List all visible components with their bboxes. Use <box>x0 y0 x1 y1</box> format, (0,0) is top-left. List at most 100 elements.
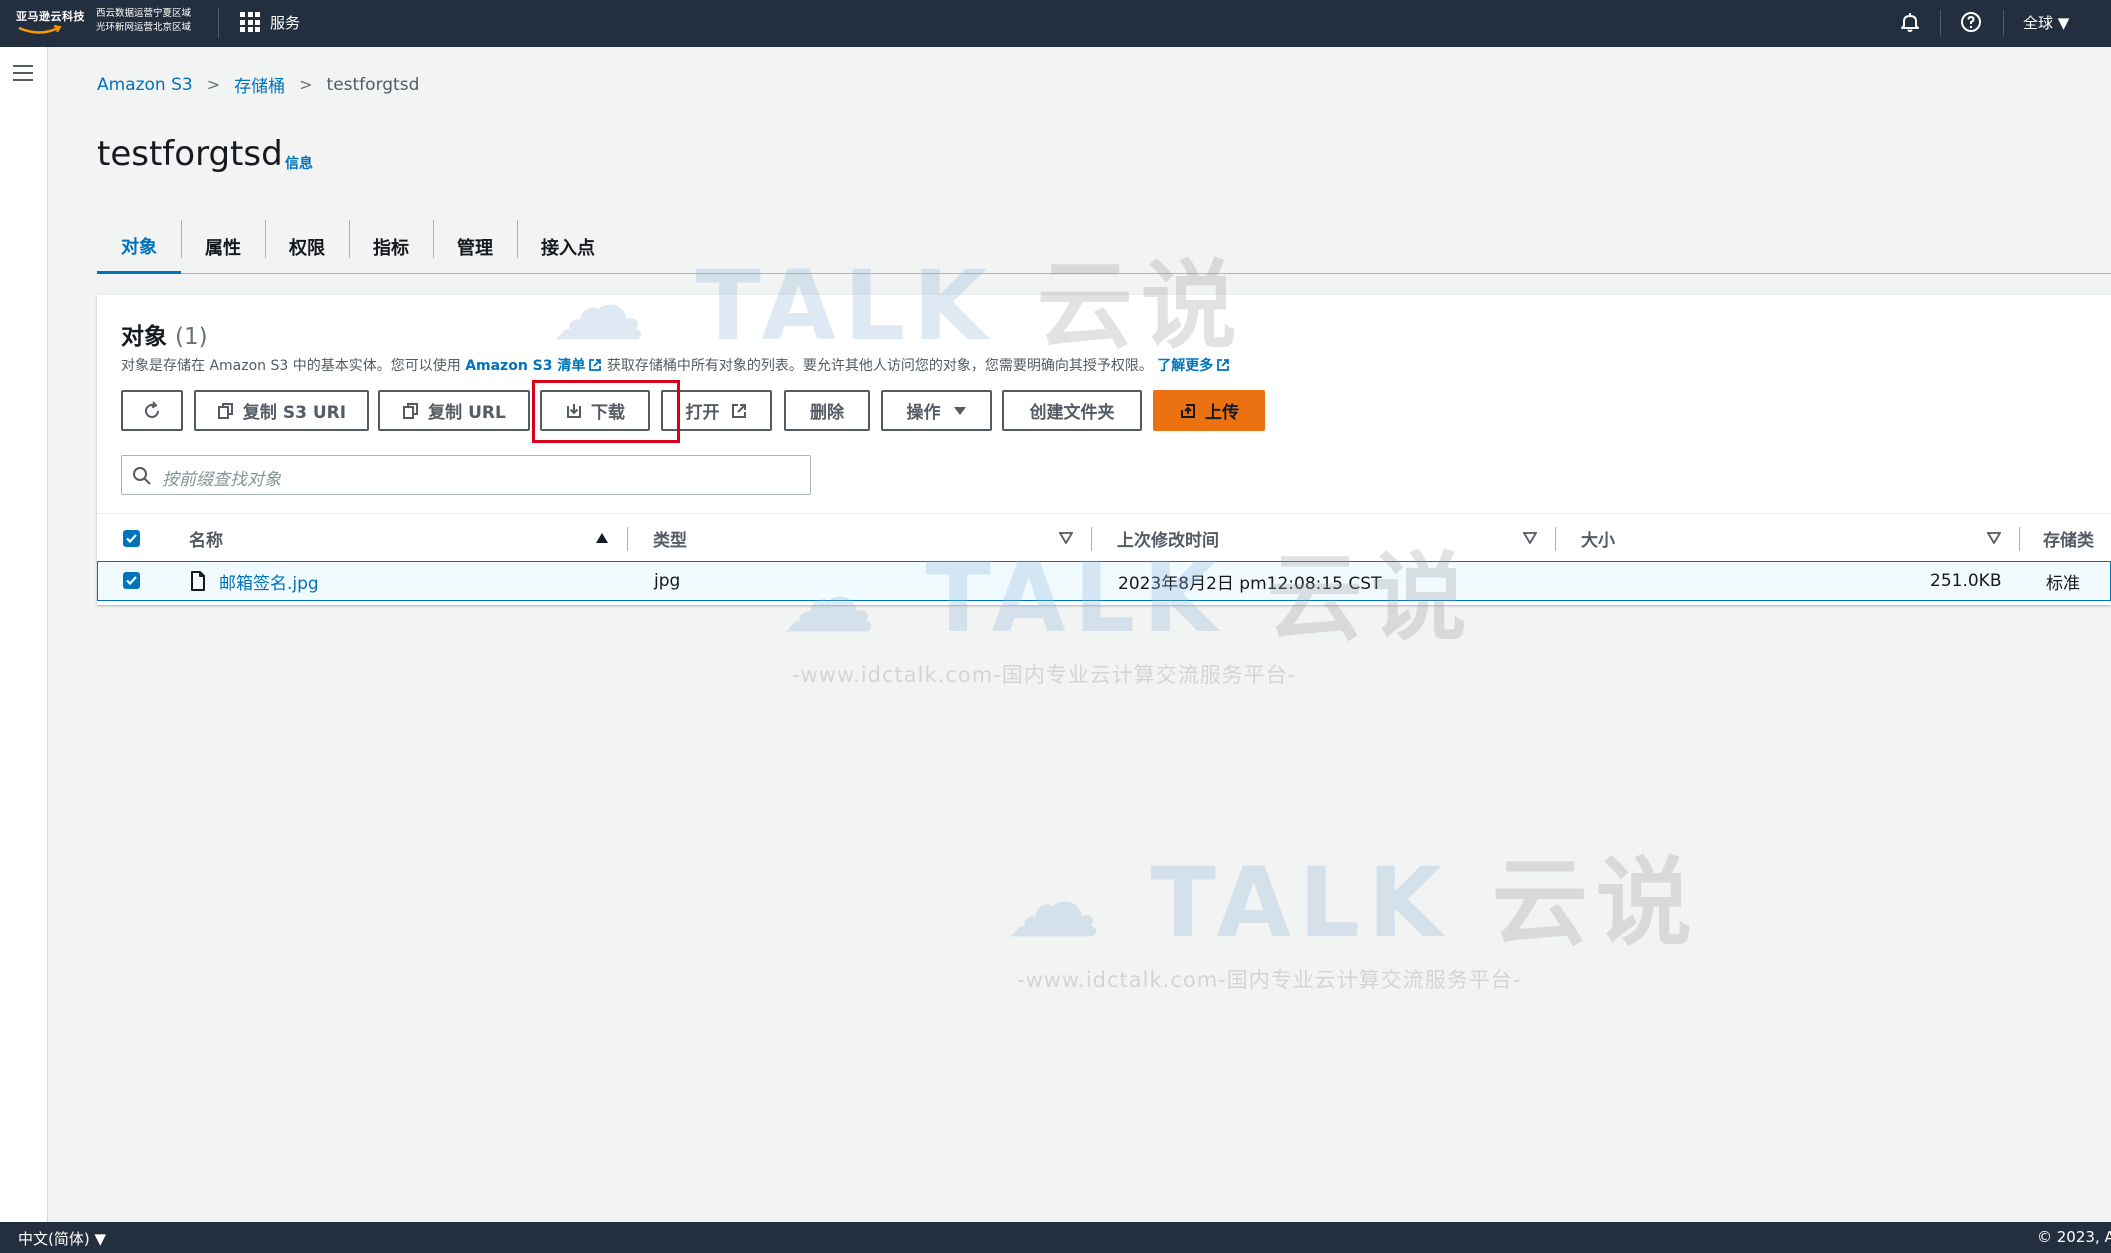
select-all-checkbox[interactable] <box>123 530 140 547</box>
create-folder-button[interactable]: 创建文件夹 <box>1002 390 1142 431</box>
s3-inventory-link[interactable]: Amazon S3 清单 <box>465 358 602 374</box>
external-link-icon <box>589 359 602 371</box>
s3-inventory-link-label: Amazon S3 清单 <box>465 358 586 374</box>
page-title: testforgtsd <box>97 134 283 174</box>
delete-label: 删除 <box>810 403 844 423</box>
objects-heading: 对象 (1) <box>121 317 208 351</box>
file-icon <box>191 571 205 591</box>
sort-ascending-icon[interactable] <box>595 532 609 544</box>
upload-label: 上传 <box>1205 403 1239 423</box>
tab-permissions[interactable]: 权限 <box>265 220 349 274</box>
objects-description: 对象是存储在 Amazon S3 中的基本实体。您可以使用 Amazon S3 … <box>121 355 1230 375</box>
aws-logo[interactable]: 亚马逊云科技 <box>16 8 88 36</box>
search-icon <box>133 467 151 485</box>
column-separator <box>627 527 628 551</box>
objects-count: (1) <box>175 324 208 350</box>
column-separator <box>1555 527 1556 551</box>
actions-dropdown[interactable]: 操作 <box>881 390 992 431</box>
breadcrumb-separator-icon: > <box>206 75 221 94</box>
delete-button[interactable]: 删除 <box>784 390 870 431</box>
smile-icon <box>18 25 62 34</box>
breadcrumb-current: testforgtsd <box>326 74 420 95</box>
check-icon <box>126 534 137 544</box>
copy-s3-uri-label: 复制 S3 URI <box>242 403 347 423</box>
object-type: jpg <box>654 571 681 591</box>
breadcrumb-buckets[interactable]: 存储桶 <box>234 72 285 97</box>
column-name[interactable]: 名称 <box>189 514 223 562</box>
refresh-icon <box>145 400 159 418</box>
copy-url-label: 复制 URL <box>428 403 506 423</box>
breadcrumb-separator-icon: > <box>299 75 313 94</box>
footer: 中文(简体) ▼ © 2023, Ar <box>0 1222 2111 1253</box>
column-type[interactable]: 类型 <box>653 514 687 562</box>
desc-text-2: 获取存储桶中所有对象的列表。要允许其他人访问您的对象，您需要明确向其授予权限。 <box>606 358 1153 374</box>
caret-down-icon <box>953 406 966 415</box>
row-checkbox[interactable] <box>123 572 140 589</box>
tab-metrics[interactable]: 指标 <box>349 220 433 274</box>
download-highlight-box <box>532 380 680 443</box>
tab-access-points[interactable]: 接入点 <box>517 220 619 274</box>
breadcrumb-amazon-s3[interactable]: Amazon S3 <box>97 75 193 95</box>
objects-panel: 对象 (1) 对象是存储在 Amazon S3 中的基本实体。您可以使用 Ama… <box>97 295 2111 605</box>
objects-heading-text: 对象 <box>121 324 167 350</box>
info-link[interactable]: 信息 <box>285 153 313 173</box>
upload-button[interactable]: 上传 <box>1153 390 1265 431</box>
object-last-modified: 2023年8月2日 pm12:08:15 CST <box>1118 573 1382 594</box>
tab-properties[interactable]: 属性 <box>181 220 265 274</box>
copy-s3-uri-button[interactable]: 复制 S3 URI <box>194 390 369 431</box>
notification-bell-icon[interactable] <box>1898 10 1922 34</box>
help-icon[interactable] <box>1959 10 1983 34</box>
region-note-line2: 光环新网运营北京区域 <box>96 22 192 33</box>
watermark-url: -www.idctalk.com-国内专业云计算交流服务平台- <box>1017 968 1522 992</box>
watermark-brand-cn: 云说 <box>1491 847 1700 959</box>
nav-divider <box>1940 10 1941 36</box>
menu-icon[interactable] <box>13 65 33 81</box>
column-size[interactable]: 大小 <box>1581 514 1615 562</box>
region-selector[interactable]: 全球 ▼ <box>2023 12 2069 33</box>
desc-text-1: 对象是存储在 Amazon S3 中的基本实体。您可以使用 <box>121 358 466 374</box>
copyright: © 2023, Ar <box>2037 1228 2111 1246</box>
search-placeholder: 按前缀查找对象 <box>162 470 281 490</box>
create-folder-label: 创建文件夹 <box>1029 403 1115 423</box>
top-navigation: 亚马逊云科技 西云数据运营宁夏区域 光环新网运营北京区域 服务 全球 ▼ <box>0 0 2111 47</box>
services-grid-icon[interactable] <box>240 12 260 32</box>
check-icon <box>126 576 137 586</box>
column-last-modified[interactable]: 上次修改时间 <box>1117 514 1219 562</box>
actions-label: 操作 <box>906 403 941 423</box>
column-storage-class[interactable]: 存储类 <box>2043 514 2094 562</box>
sort-icon[interactable] <box>1523 532 1537 544</box>
language-selector[interactable]: 中文(简体) ▼ <box>18 1228 106 1249</box>
refresh-button[interactable] <box>121 390 183 431</box>
column-separator <box>1091 527 1092 551</box>
side-navigation <box>0 47 48 1222</box>
table-header: 名称 类型 上次修改时间 大小 存储类 <box>97 513 2111 561</box>
open-label: 打开 <box>685 403 720 423</box>
watermark-brand: TALK <box>1150 847 1451 959</box>
copy-url-button[interactable]: 复制 URL <box>378 390 530 431</box>
logo-text: 亚马逊云科技 <box>16 10 85 23</box>
services-menu[interactable]: 服务 <box>270 12 300 33</box>
copy-icon <box>403 402 419 419</box>
external-link-icon <box>1217 359 1230 371</box>
tab-bar: 对象 属性 权限 指标 管理 接入点 <box>97 220 2111 274</box>
search-input[interactable]: 按前缀查找对象 <box>121 455 811 495</box>
watermark: ☁ TALK 云说 -www.idctalk.com-国内专业云计算交流服务平台… <box>1005 825 1700 994</box>
object-name-link[interactable]: 邮箱签名.jpg <box>219 562 319 600</box>
upload-icon <box>1181 403 1195 418</box>
sort-icon[interactable] <box>1059 532 1073 544</box>
nav-divider <box>218 8 219 38</box>
learn-more-link[interactable]: 了解更多 <box>1157 358 1230 374</box>
learn-more-label: 了解更多 <box>1157 358 1214 374</box>
column-separator <box>2019 527 2020 551</box>
external-link-icon <box>731 403 746 418</box>
watermark-url: -www.idctalk.com-国内专业云计算交流服务平台- <box>792 663 1297 687</box>
nav-divider <box>2003 10 2004 36</box>
table-row[interactable]: 邮箱签名.jpg jpg 2023年8月2日 pm12:08:15 CST 25… <box>97 561 2111 601</box>
object-size: 251.0KB <box>1930 571 2002 591</box>
copy-icon <box>217 402 233 419</box>
region-note-line1: 西云数据运营宁夏区域 <box>96 8 192 19</box>
tab-objects[interactable]: 对象 <box>97 220 181 274</box>
sort-icon[interactable] <box>1987 532 2001 544</box>
tab-management[interactable]: 管理 <box>433 220 517 274</box>
region-note: 西云数据运营宁夏区域 光环新网运营北京区域 <box>96 7 191 35</box>
